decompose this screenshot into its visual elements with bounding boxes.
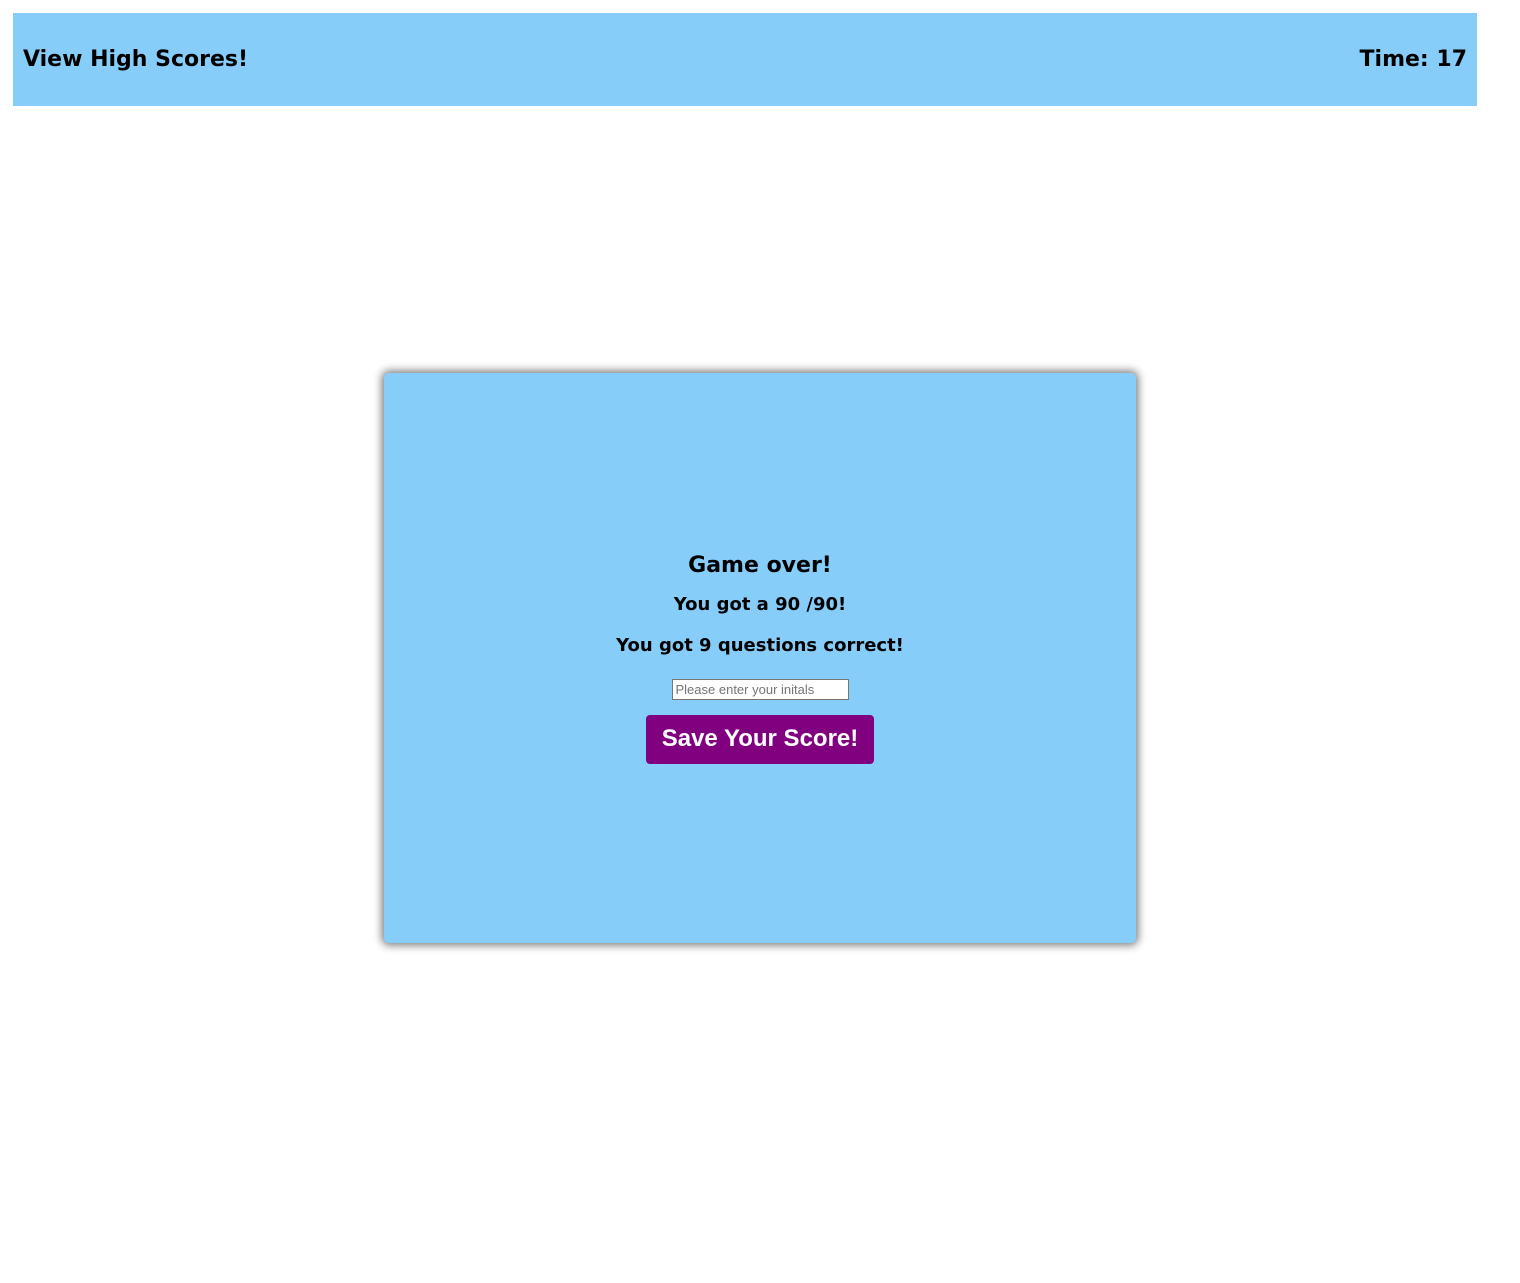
save-score-button[interactable]: Save Your Score! <box>645 714 875 764</box>
score-text: You got a 90 /90! <box>673 593 847 615</box>
view-high-scores-link[interactable]: View High Scores! <box>23 47 248 72</box>
game-over-title: Game over! <box>688 552 832 578</box>
game-over-panel: Game over! You got a 90 /90! You got 9 q… <box>384 373 1136 943</box>
correct-count-text: You got 9 questions correct! <box>616 634 904 656</box>
top-bar: View High Scores! Time: 17 <box>13 13 1477 106</box>
timer-display: Time: 17 <box>1359 47 1467 72</box>
initials-input[interactable] <box>671 678 849 700</box>
